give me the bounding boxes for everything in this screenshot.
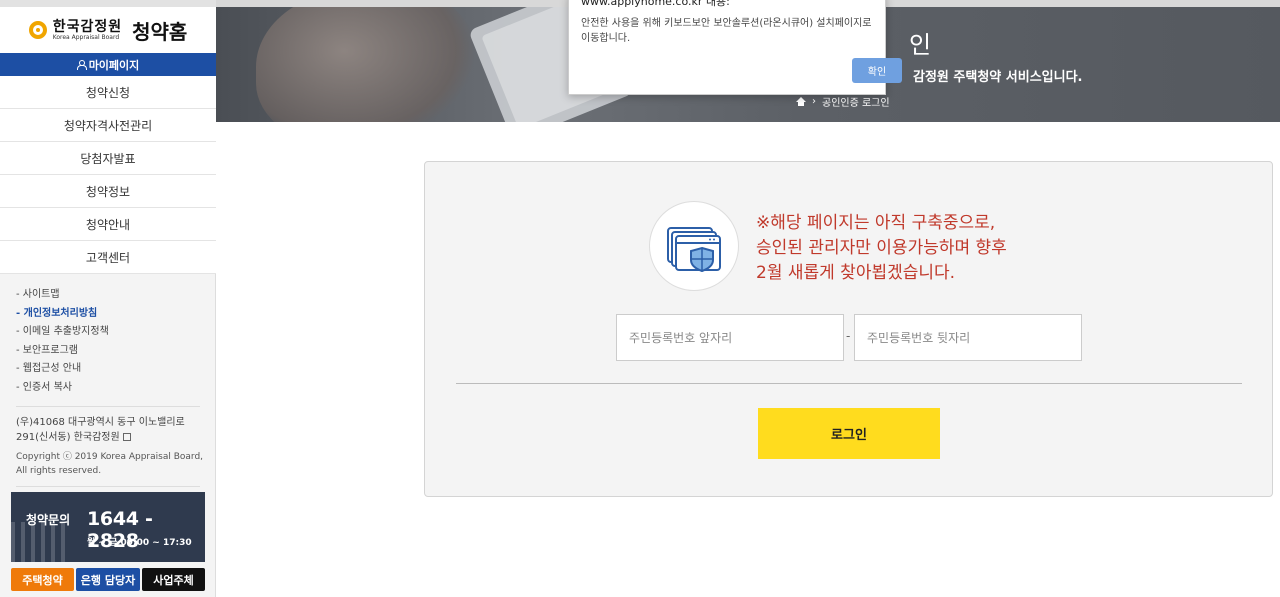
security-shield-icon: [667, 227, 721, 272]
link-cert-copy[interactable]: - 인증서 복사: [16, 380, 109, 399]
notice-line: 2월 새롭게 찾아뵙겠습니다.: [756, 263, 956, 283]
ssn-front-input[interactable]: [616, 314, 844, 361]
page-subtitle: 감정원 주택청약 서비스입니다.: [913, 70, 1083, 85]
call-label: 청약문의: [26, 513, 71, 527]
address: (우)41068 대구광역시 동구 이노밸리로 291(신서동) 한국감정원: [16, 415, 185, 445]
home-icon[interactable]: [796, 97, 806, 106]
address-line: 291(신서동) 한국감정원: [16, 430, 185, 445]
sidebar-item-guide[interactable]: 청약안내: [0, 208, 216, 241]
notice-line: 승인된 관리자만 이용가능하며 향후: [756, 238, 1007, 258]
sidebar-item-info[interactable]: 청약정보: [0, 175, 216, 208]
tab-bank-staff[interactable]: 은행 담당자: [76, 568, 140, 591]
sidebar-item-support[interactable]: 고객센터: [0, 241, 216, 274]
call-center-box: 청약문의 1644 - 2828 월 ~ 금 09:00 ~ 17:30: [11, 492, 205, 562]
tab-business-entity[interactable]: 사업주체: [142, 568, 205, 591]
sidebar-menu: 청약신청 청약자격사전관리 당첨자발표 청약정보 청약안내 고객센터: [0, 76, 216, 274]
call-hours: 월 ~ 금 09:00 ~ 17:30: [87, 538, 192, 548]
dialog-message: 안전한 사용을 위해 키보드보안 보안솔루션(라온시큐어) 설치페이지로 이동합…: [581, 18, 872, 44]
ssn-back-input[interactable]: [854, 314, 1082, 361]
dialog-confirm-button[interactable]: 확인: [852, 58, 902, 83]
logo-mark-icon: [28, 21, 47, 39]
copyright: Copyright ⓒ 2019 Korea Appraisal Board, …: [16, 450, 203, 478]
copyright-line: All rights reserved.: [16, 466, 102, 476]
user-type-tabs: 주택청약 은행 담당자 사업주체: [11, 568, 205, 591]
footer-links: - 사이트맵 - 개인정보처리방침 - 이메일 추출방지정책 - 보안프로그램 …: [16, 287, 109, 398]
link-security-program[interactable]: - 보안프로그램: [16, 343, 109, 362]
sidebar: 한국감정원 Korea Appraisal Board 청약홈 마이페이지 청약…: [0, 0, 216, 597]
sidebar-divider: [16, 486, 200, 487]
logo-english: Korea Appraisal Board: [52, 33, 120, 41]
sidebar-top-strip: [0, 0, 216, 7]
tab-housing-apply[interactable]: 주택청약: [11, 568, 74, 591]
login-button[interactable]: 로그인: [758, 408, 940, 459]
breadcrumb: › 공인인증 로그인: [796, 94, 890, 109]
copyright-line: Copyright ⓒ 2019 Korea Appraisal Board,: [16, 452, 204, 462]
alert-dialog: www.applyhome.co.kr 내용: 안전한 사용을 위해 키보드보안…: [568, 0, 902, 95]
building-graphic: [11, 522, 71, 562]
construction-notice: ※해당 페이지는 아직 구축중으로, 승인된 관리자만 이용가능하며 향후 2월…: [756, 211, 1007, 286]
link-sitemap[interactable]: - 사이트맵: [16, 287, 109, 306]
ssn-separator: -: [846, 329, 851, 343]
login-panel: ※해당 페이지는 아직 구축중으로, 승인된 관리자만 이용가능하며 향후 2월…: [424, 161, 1273, 497]
link-privacy-policy[interactable]: - 개인정보처리방침: [16, 306, 109, 325]
form-divider: [456, 383, 1242, 384]
page-title: 인: [909, 31, 932, 59]
logo[interactable]: 한국감정원 Korea Appraisal Board 청약홈: [0, 7, 216, 53]
external-link-icon[interactable]: [122, 433, 131, 441]
mypage-label: 마이페이지: [88, 58, 140, 72]
security-badge: [649, 201, 739, 291]
page-root: 한국감정원 Korea Appraisal Board 청약홈 마이페이지 청약…: [0, 0, 1280, 597]
link-accessibility[interactable]: - 웹접근성 안내: [16, 361, 109, 380]
address-line2: 291(신서동) 한국감정원: [16, 432, 120, 443]
chevron-right-icon: ›: [812, 96, 816, 107]
notice-line: ※해당 페이지는 아직 구축중으로,: [756, 213, 996, 233]
hand-graphic: [256, 7, 476, 122]
logo-wordmark: 한국감정원 Korea Appraisal Board: [53, 20, 122, 41]
sidebar-item-winners[interactable]: 당첨자발표: [0, 142, 216, 175]
link-email-policy[interactable]: - 이메일 추출방지정책: [16, 324, 109, 343]
sidebar-divider: [16, 406, 200, 407]
address-line: (우)41068 대구광역시 동구 이노밸리로: [16, 417, 185, 428]
sidebar-item-apply[interactable]: 청약신청: [0, 76, 216, 109]
person-icon: [76, 60, 87, 70]
sidebar-item-eligibility[interactable]: 청약자격사전관리: [0, 109, 216, 142]
dialog-title: www.applyhome.co.kr 내용:: [581, 0, 730, 8]
mypage-button[interactable]: 마이페이지: [0, 53, 216, 76]
logo-korean: 한국감정원: [52, 18, 123, 35]
logo-title: 청약홈: [132, 19, 188, 44]
breadcrumb-current: 공인인증 로그인: [822, 98, 890, 109]
